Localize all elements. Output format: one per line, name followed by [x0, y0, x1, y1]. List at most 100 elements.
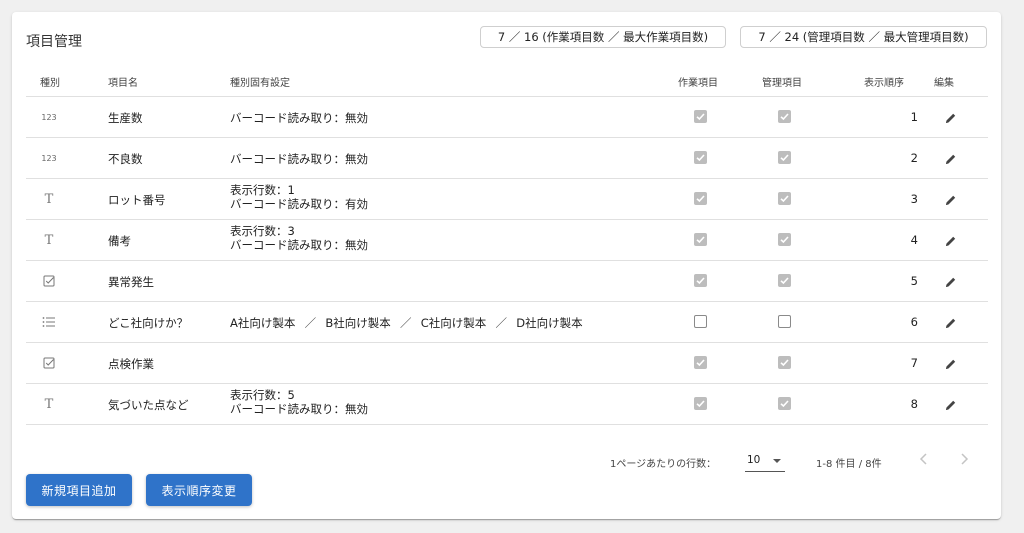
item-name: 気づいた点など: [108, 398, 189, 412]
option-separator: ／: [495, 316, 508, 330]
item-management-card: 項目管理 7 ／ 16 (作業項目数 ／ 最大作業項目数) 7 ／ 24 (管理…: [12, 12, 1001, 519]
table-row: 123 不良数 バーコード読み取り：無効 2: [26, 138, 988, 179]
column-header-mgmt: 管理項目: [762, 78, 802, 89]
edit-pencil-icon[interactable]: [944, 397, 958, 411]
table-row: T 備考 表示行数：3 バーコード読み取り：無効 4: [26, 220, 988, 261]
item-options: A社向け製本 ／ B社向け製本 ／ C社向け製本 ／ D社向け製本: [230, 315, 583, 331]
column-header-spec: 種別固有設定: [230, 78, 290, 89]
item-name: 備考: [108, 234, 131, 248]
spec-line: 表示行数：5: [230, 388, 295, 402]
prev-page-icon[interactable]: [916, 451, 932, 467]
work-item-checkbox[interactable]: [694, 356, 707, 369]
work-item-checkbox[interactable]: [694, 192, 707, 205]
text-icon: T: [40, 179, 58, 219]
item-name: 点検作業: [108, 357, 154, 371]
management-item-checkbox[interactable]: [778, 356, 791, 369]
column-header-edit: 編集: [934, 78, 954, 89]
caret-down-icon: [773, 459, 781, 463]
spec-line: バーコード読み取り：無効: [230, 152, 368, 166]
number-icon: 123: [40, 138, 58, 178]
item-spec: 表示行数：5 バーコード読み取り：無効: [230, 388, 368, 416]
option-label: C社向け製本: [420, 316, 487, 330]
table-row: 点検作業 7: [26, 343, 988, 384]
item-name: 生産数: [108, 111, 143, 125]
management-item-checkbox[interactable]: [778, 192, 791, 205]
rows-per-page-value: 10: [747, 454, 761, 466]
display-order: 6: [910, 315, 918, 329]
work-item-checkbox[interactable]: [694, 397, 707, 410]
item-spec: バーコード読み取り：無効: [230, 151, 368, 167]
type-glyph: T: [44, 232, 54, 248]
option-separator: ／: [400, 316, 412, 330]
column-header-order: 表示順序: [864, 78, 904, 89]
number-icon: 123: [40, 97, 58, 137]
rows-per-page-select[interactable]: 10: [745, 448, 785, 472]
management-item-checkbox[interactable]: [778, 397, 791, 410]
display-order: 2: [910, 151, 918, 165]
table-row: T ロット番号 表示行数：1 バーコード読み取り：有効 3: [26, 179, 988, 220]
next-page-icon[interactable]: [956, 451, 972, 467]
spec-line: バーコード読み取り：無効: [230, 402, 368, 416]
item-spec: 表示行数：3 バーコード読み取り：無効: [230, 224, 368, 252]
type-glyph: T: [44, 191, 54, 207]
work-item-checkbox[interactable]: [694, 274, 707, 287]
table-row: どこ社向けか？ A社向け製本 ／ B社向け製本 ／ C社向け製本 ／ D社向け製本 6: [26, 302, 988, 343]
display-order: 7: [910, 356, 918, 370]
management-item-checkbox[interactable]: [778, 274, 791, 287]
item-spec: 表示行数：1 バーコード読み取り：有効: [230, 183, 368, 211]
display-order: 8: [910, 397, 918, 411]
management-item-counter: 7 ／ 24 (管理項目数 ／ 最大管理項目数): [740, 26, 987, 48]
pagination-range: 1-8 件目 / 8件: [816, 459, 882, 470]
option-separator: ／: [304, 316, 317, 330]
checkbox-icon: [40, 343, 58, 383]
display-order: 3: [910, 192, 918, 206]
display-order: 1: [910, 110, 918, 124]
display-order: 4: [910, 233, 918, 247]
management-item-checkbox[interactable]: [778, 110, 791, 123]
item-name: どこ社向けか？: [108, 316, 189, 330]
edit-pencil-icon[interactable]: [944, 274, 958, 288]
spec-line: 表示行数：1: [230, 183, 295, 197]
text-icon: T: [40, 220, 58, 260]
spec-line: バーコード読み取り：無効: [230, 111, 368, 125]
edit-pencil-icon[interactable]: [944, 233, 958, 247]
table-row: 123 生産数 バーコード読み取り：無効 1: [26, 97, 988, 138]
edit-pencil-icon[interactable]: [944, 356, 958, 370]
table-row: T 気づいた点など 表示行数：5 バーコード読み取り：無効 8: [26, 384, 988, 425]
edit-pencil-icon[interactable]: [944, 315, 958, 329]
display-order: 5: [910, 274, 918, 288]
work-item-counter: 7 ／ 16 (作業項目数 ／ 最大作業項目数): [480, 26, 726, 48]
item-name: 不良数: [108, 152, 143, 166]
add-item-button[interactable]: 新規項目追加: [26, 474, 132, 506]
table-row: 異常発生 5: [26, 261, 988, 302]
text-icon: T: [40, 384, 58, 424]
column-header-type: 種別: [40, 78, 60, 89]
reorder-button[interactable]: 表示順序変更: [146, 474, 252, 506]
type-glyph: 123: [41, 153, 57, 163]
item-spec: バーコード読み取り：無効: [230, 110, 368, 126]
management-item-checkbox[interactable]: [778, 233, 791, 246]
item-name: 異常発生: [108, 275, 154, 289]
type-glyph: 123: [41, 112, 57, 122]
management-item-checkbox[interactable]: [778, 151, 791, 164]
option-label: A社向け製本: [230, 316, 296, 330]
work-item-checkbox[interactable]: [694, 315, 707, 328]
spec-line: 表示行数：3: [230, 224, 295, 238]
page-title: 項目管理: [26, 34, 82, 50]
management-item-checkbox[interactable]: [778, 315, 791, 328]
list-icon: [40, 302, 58, 342]
edit-pencil-icon[interactable]: [944, 110, 958, 124]
work-item-checkbox[interactable]: [694, 110, 707, 123]
item-name: ロット番号: [108, 193, 166, 207]
rows-per-page-label: 1ページあたりの行数：: [610, 459, 717, 470]
edit-pencil-icon[interactable]: [944, 192, 958, 206]
edit-pencil-icon[interactable]: [944, 151, 958, 165]
column-header-name: 項目名: [108, 78, 138, 89]
work-item-checkbox[interactable]: [694, 151, 707, 164]
spec-line: バーコード読み取り：無効: [230, 238, 368, 252]
type-glyph: T: [44, 396, 54, 412]
work-item-checkbox[interactable]: [694, 233, 707, 246]
table-header: 種別 項目名 種別固有設定 作業項目 管理項目 表示順序 編集: [26, 65, 988, 97]
option-label: B社向け製本: [325, 316, 391, 330]
option-label: D社向け製本: [516, 316, 583, 330]
